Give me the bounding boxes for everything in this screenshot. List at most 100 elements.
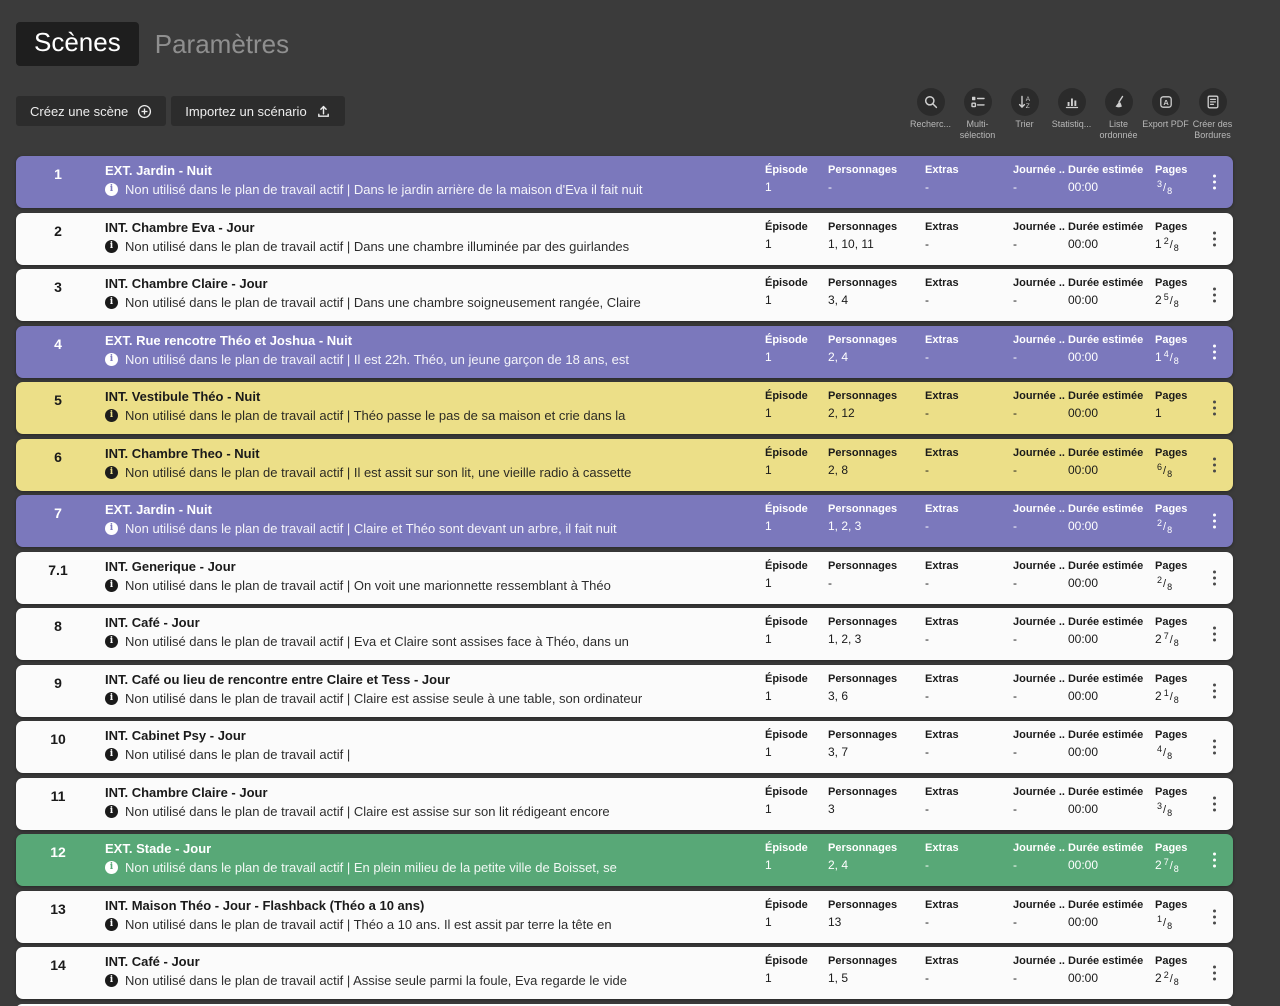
tab-scenes[interactable]: Scènes (16, 22, 139, 66)
scene-row[interactable]: 9 INT. Café ou lieu de rencontre entre C… (16, 664, 1233, 717)
scene-row[interactable]: 2 INT. Chambre Eva - Jour i Non utilisé … (16, 212, 1233, 265)
personnages-cell: Personnages 3, 4 (828, 277, 922, 307)
row-menu-button[interactable] (1208, 339, 1221, 364)
scene-row[interactable]: 12 EXT. Stade - Jour i Non utilisé dans … (16, 834, 1233, 886)
duree-header: Durée estimée (1068, 446, 1144, 459)
toolbar-sort[interactable]: AZ Trier (1001, 88, 1048, 130)
duree-cell: Durée estimée 00:00 (1068, 164, 1152, 194)
duree-cell: Durée estimée 00:00 (1068, 560, 1152, 590)
extras-cell: Extras - (925, 164, 1009, 194)
scene-row[interactable]: 7.1 INT. Generique - Jour i Non utilisé … (16, 551, 1233, 604)
scene-row[interactable]: 1 EXT. Jardin - Nuit i Non utilisé dans … (16, 156, 1233, 208)
duree-cell: Durée estimée 00:00 (1068, 503, 1152, 533)
journee-cell: Journée ... - (1013, 955, 1065, 985)
duree-value: 00:00 (1068, 293, 1099, 307)
scene-main: EXT. Jardin - Nuit i Non utilisé dans le… (105, 502, 753, 536)
row-menu-button[interactable] (1208, 904, 1221, 929)
journee-header: Journée ... (1013, 277, 1065, 289)
scene-row[interactable]: 13 INT. Maison Théo - Jour - Flashback (… (16, 890, 1233, 943)
pages-header: Pages (1155, 785, 1188, 798)
toolbar-create-borders[interactable]: Créer des Bordures (1189, 88, 1236, 141)
toolbar-export-pdf[interactable]: A Export PDF (1142, 88, 1189, 130)
extras-header: Extras (925, 785, 959, 798)
journee-value: - (1013, 406, 1017, 420)
row-menu-button[interactable] (1208, 170, 1221, 195)
extras-cell: Extras - (925, 955, 1009, 985)
toolbar-statistics[interactable]: Statistiq... (1048, 88, 1095, 130)
scene-title: INT. Café - Jour (105, 615, 200, 630)
personnages-header: Personnages (828, 333, 898, 346)
extras-header: Extras (925, 729, 959, 741)
info-icon: i (105, 522, 118, 535)
scene-row[interactable]: 5 INT. Vestibule Théo - Nuit i Non utili… (16, 382, 1233, 434)
row-menu-button[interactable] (1208, 735, 1221, 760)
scene-row[interactable]: 7 EXT. Jardin - Nuit i Non utilisé dans … (16, 495, 1233, 547)
scene-title: INT. Chambre Eva - Jour (105, 219, 255, 235)
tab-parametres[interactable]: Paramètres (155, 29, 289, 60)
create-scene-button[interactable]: Créez une scène (16, 96, 167, 126)
row-menu-button[interactable] (1208, 622, 1221, 647)
scene-row[interactable]: 4 EXT. Rue rencotre Théo et Joshua - Nui… (16, 325, 1233, 378)
personnages-cell: Personnages 13 (828, 899, 922, 929)
pages-value: 2 7/8 (1155, 857, 1179, 874)
import-scenario-button[interactable]: Importez un scénario (171, 96, 345, 126)
scene-description: i Non utilisé dans le plan de travail ac… (105, 973, 753, 988)
row-menu-button[interactable] (1208, 961, 1221, 986)
scene-row[interactable]: 14 INT. Café - Jour i Non utilisé dans l… (16, 947, 1233, 999)
journee-value: - (1013, 575, 1017, 590)
journee-header: Journée ... (1013, 220, 1065, 233)
scene-title: INT. Generique - Jour (105, 558, 236, 574)
scene-row[interactable]: 8 INT. Café - Jour i Non utilisé dans le… (16, 608, 1233, 660)
duree-header: Durée estimée (1068, 559, 1144, 572)
scene-row[interactable]: 6 INT. Chambre Theo - Nuit i Non utilisé… (16, 438, 1233, 491)
duree-cell: Durée estimée 00:00 (1068, 842, 1152, 872)
row-menu-button[interactable] (1208, 283, 1221, 308)
journee-cell: Journée ... - (1013, 334, 1065, 364)
scene-row[interactable]: 3 INT. Chambre Claire - Jour i Non utili… (16, 269, 1233, 321)
scene-main: EXT. Stade - Jour i Non utilisé dans le … (105, 841, 753, 875)
personnages-cell: Personnages 1, 5 (828, 955, 922, 985)
row-menu-button[interactable] (1208, 226, 1221, 251)
row-menu-button[interactable] (1208, 848, 1221, 873)
scene-row[interactable]: 11 INT. Chambre Claire - Jour i Non util… (16, 777, 1233, 830)
extras-value: - (925, 858, 929, 872)
scene-status-text: Non utilisé dans le plan de travail acti… (125, 577, 611, 593)
scene-title: INT. Chambre Claire - Jour (105, 276, 268, 291)
duree-header: Durée estimée (1068, 955, 1144, 967)
episode-value: 1 (765, 632, 772, 646)
episode-value: 1 (765, 293, 772, 307)
create-scene-label: Créez une scène (30, 103, 129, 119)
row-menu-button[interactable] (1208, 396, 1221, 421)
journee-value: - (1013, 688, 1017, 703)
personnages-cell: Personnages 3 (828, 786, 922, 816)
pages-cell: Pages 6/8 (1155, 447, 1209, 479)
journee-cell: Journée ... - (1013, 221, 1065, 251)
scene-number: 7 (54, 505, 62, 521)
scene-description: i Non utilisé dans le plan de travail ac… (105, 804, 753, 819)
row-menu-button[interactable] (1208, 678, 1221, 703)
row-menu-button[interactable] (1208, 452, 1221, 477)
toolbar-ordered-list[interactable]: Liste ordonnée (1095, 88, 1142, 141)
episode-header: Épisode (765, 898, 808, 911)
pages-cell: Pages 1 4/8 (1155, 334, 1209, 366)
row-menu-button[interactable] (1208, 565, 1221, 590)
pages-header: Pages (1155, 616, 1188, 628)
episode-value: 1 (765, 519, 772, 533)
duree-header: Durée estimée (1068, 220, 1144, 233)
episode-header: Épisode (765, 277, 808, 289)
journee-cell: Journée ... - (1013, 786, 1065, 816)
episode-cell: Épisode 1 (765, 955, 825, 985)
row-menu-button[interactable] (1208, 509, 1221, 534)
journee-header: Journée ... (1013, 785, 1065, 798)
journee-cell: Journée ... - (1013, 616, 1065, 646)
duree-header: Durée estimée (1068, 842, 1144, 854)
search-icon (916, 88, 945, 116)
row-menu-button[interactable] (1208, 791, 1221, 816)
toolbar-multi-select[interactable]: Multi-sélection (954, 88, 1001, 141)
extras-value: - (925, 462, 929, 477)
toolbar-search[interactable]: Recherc... (907, 88, 954, 130)
pages-cell: Pages 2 5/8 (1155, 277, 1209, 309)
info-icon: i (105, 239, 118, 253)
scene-row[interactable]: 10 INT. Cabinet Psy - Jour i Non utilisé… (16, 721, 1233, 773)
duree-cell: Durée estimée 00:00 (1068, 899, 1152, 929)
